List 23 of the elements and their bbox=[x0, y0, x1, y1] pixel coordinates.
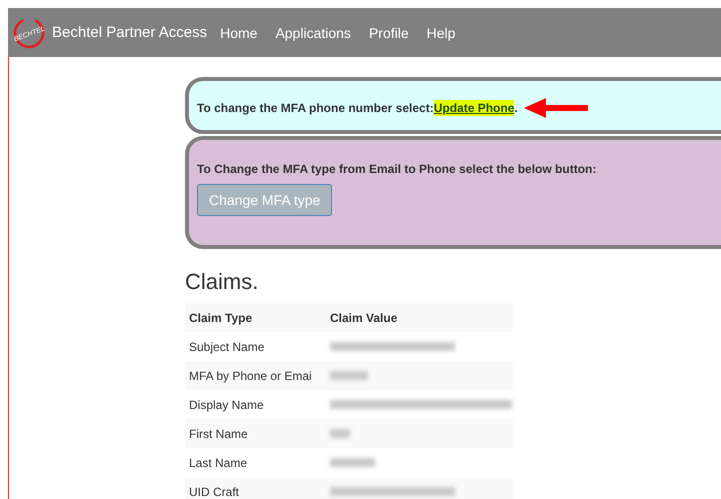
brand-name[interactable]: Bechtel Partner Access bbox=[52, 24, 208, 41]
update-phone-link[interactable]: Update Phone bbox=[434, 100, 514, 116]
nav-link[interactable]: Profile bbox=[368, 24, 409, 40]
blurred-value bbox=[330, 429, 350, 438]
section-heading: Claims. bbox=[185, 269, 260, 295]
nav-link[interactable]: Applications bbox=[275, 24, 351, 40]
instruction-text: To Change the MFA type from Email to Phone select the below button: bbox=[197, 162, 596, 176]
instruction-text: To change the MFA phone number select: bbox=[197, 100, 434, 114]
table-cell-text: Subject Name bbox=[189, 340, 266, 354]
nav-link[interactable]: Help bbox=[426, 24, 456, 40]
table-cell-text: Display Name bbox=[189, 398, 265, 412]
column-header: Claim Type bbox=[189, 310, 254, 324]
table-cell-text: Last Name bbox=[189, 456, 248, 470]
table-cell-text: UID Craft bbox=[189, 484, 240, 498]
table-cell-text: MFA by Phone or Emai bbox=[189, 368, 313, 382]
nav-link[interactable]: Home bbox=[220, 24, 258, 40]
blurred-value bbox=[330, 458, 375, 467]
change-mfa-type-button[interactable]: Change MFA type bbox=[197, 184, 332, 216]
blurred-value bbox=[330, 371, 368, 380]
column-header: Claim Value bbox=[330, 310, 398, 324]
period-text: . bbox=[514, 100, 518, 114]
arrow-drawing bbox=[522, 96, 590, 118]
table-cell-text: First Name bbox=[189, 426, 249, 440]
